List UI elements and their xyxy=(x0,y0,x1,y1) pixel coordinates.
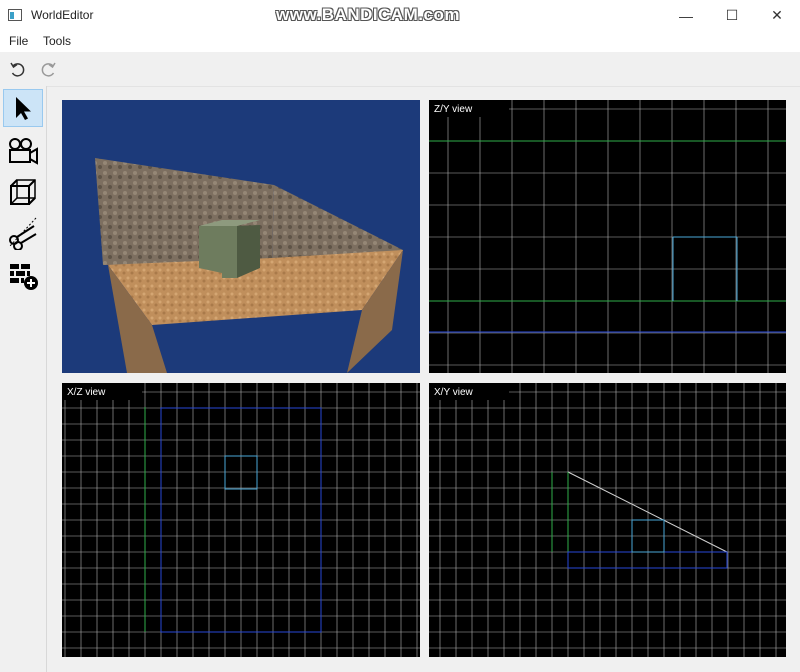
zy-view-label: Z/Y view xyxy=(433,103,474,117)
xz-view-label: X/Z view xyxy=(66,386,107,400)
xy-grid xyxy=(429,383,786,657)
undo-icon xyxy=(10,62,25,77)
brick-add-icon xyxy=(10,264,38,290)
redo-icon xyxy=(41,62,56,77)
camera-icon xyxy=(9,138,38,165)
app-icon xyxy=(8,9,22,21)
xy-wedge-edge xyxy=(567,471,728,553)
xy-floor-outline xyxy=(567,551,728,569)
menu-tools[interactable]: Tools xyxy=(43,34,71,48)
perspective-viewport[interactable] xyxy=(62,100,420,373)
undo-button[interactable] xyxy=(7,59,29,81)
title-bar: WorldEditor www.BANDICAM.com — ☐ ✕ xyxy=(0,0,800,31)
zy-viewport[interactable]: Z/Y view xyxy=(429,100,786,373)
xy-grid-lines xyxy=(429,383,786,657)
scissors-icon xyxy=(9,217,37,250)
xy-view-label: X/Y view xyxy=(433,386,474,400)
menu-file[interactable]: File xyxy=(9,34,28,48)
redo-button[interactable] xyxy=(37,59,59,81)
maximize-button[interactable]: ☐ xyxy=(709,0,755,31)
close-button[interactable]: ✕ xyxy=(754,0,800,31)
add-brush-tool-button[interactable] xyxy=(3,256,43,294)
xy-viewport[interactable]: X/Y view xyxy=(429,383,786,657)
menu-bar: File Tools xyxy=(0,31,800,52)
side-wall xyxy=(272,185,403,262)
camera-tool-button[interactable] xyxy=(3,132,43,170)
xz-grid-lines xyxy=(62,383,420,657)
zy-grid xyxy=(429,100,786,373)
cube-icon xyxy=(10,179,36,205)
minimize-button[interactable]: — xyxy=(663,0,709,31)
xz-viewport[interactable]: X/Z view xyxy=(62,383,420,657)
select-tool-button[interactable] xyxy=(3,89,43,127)
recording-watermark: www.BANDICAM.com xyxy=(276,5,460,24)
clip-tool-button[interactable] xyxy=(3,214,43,252)
scene-render xyxy=(95,158,403,373)
window-title: WorldEditor xyxy=(31,8,94,22)
cursor-arrow-icon xyxy=(16,97,31,120)
box-tool-button[interactable] xyxy=(3,173,43,211)
tool-sidebar xyxy=(0,86,47,672)
main-toolbar xyxy=(0,53,800,87)
xz-grid xyxy=(62,383,420,657)
